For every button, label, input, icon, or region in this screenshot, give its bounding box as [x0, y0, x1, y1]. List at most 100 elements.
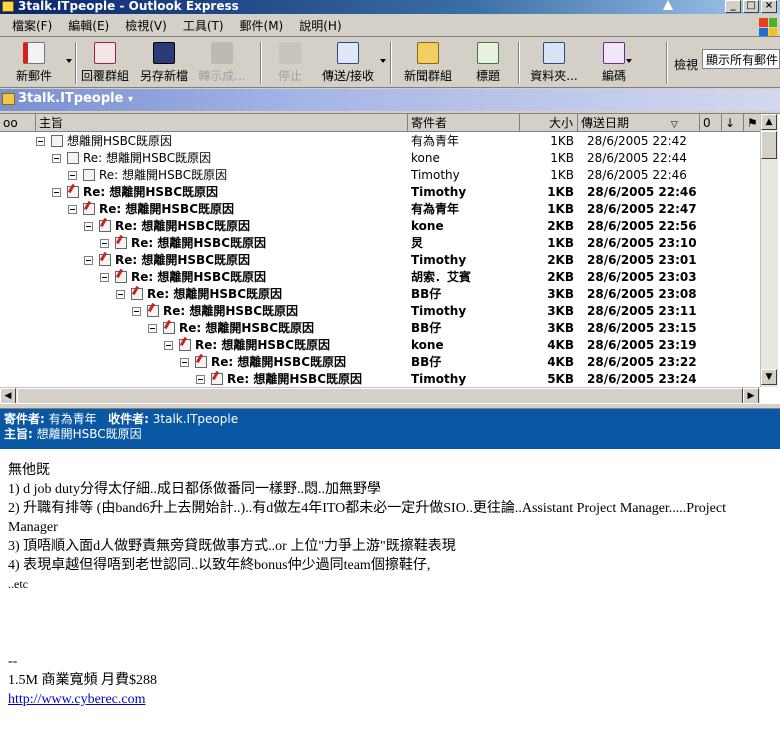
reply-group-button[interactable]: 回覆群組 — [80, 42, 130, 86]
message-row[interactable]: Re: 想離開HSBC既原因 Timothy 5KB 28/6/2005 23:24 — [0, 371, 760, 387]
watch-column-header[interactable]: oo — [0, 114, 36, 132]
encode-dropdown-icon[interactable] — [626, 59, 632, 63]
message-row[interactable]: 想離開HSBC既原因 有為青年 1KB 28/6/2005 22:42 — [0, 133, 760, 150]
collapse-thread-icon[interactable] — [100, 239, 109, 248]
collapse-thread-icon[interactable] — [148, 324, 157, 333]
scroll-down-button[interactable]: ▼ — [761, 369, 777, 385]
attachment-column-header[interactable]: 0 — [700, 114, 722, 132]
news-message-icon — [99, 220, 111, 232]
collapse-thread-icon[interactable] — [116, 290, 125, 299]
message-sender: kone — [411, 338, 444, 352]
menu-file[interactable]: 檔案(F) — [4, 17, 60, 34]
menu-help[interactable]: 說明(H) — [291, 17, 349, 34]
collapse-thread-icon[interactable] — [164, 341, 173, 350]
collapse-thread-icon[interactable] — [36, 137, 45, 146]
collapse-thread-icon[interactable] — [52, 154, 61, 163]
message-subject-text: 想離開HSBC既原因 — [67, 134, 173, 148]
message-subject-text: Re: 想離開HSBC既原因 — [227, 372, 362, 386]
forward-button[interactable]: 轉示成... — [196, 42, 248, 86]
signature-link[interactable]: http://www.cyberec.com — [8, 692, 146, 707]
message-row[interactable]: Re: 想離開HSBC既原因 炅 1KB 28/6/2005 23:10 — [0, 235, 760, 252]
message-row[interactable]: Re: 想離開HSBC既原因 kone 2KB 28/6/2005 22:56 — [0, 218, 760, 235]
toolbar-separator — [75, 42, 77, 84]
message-row[interactable]: Re: 想離開HSBC既原因 有為青年 1KB 28/6/2005 22:47 — [0, 201, 760, 218]
forward-label: 轉示成... — [198, 69, 246, 83]
message-row[interactable]: Re: 想離開HSBC既原因 BB仔 3KB 28/6/2005 23:15 — [0, 320, 760, 337]
menu-view[interactable]: 檢視(V) — [117, 17, 175, 34]
toolbar-separator — [260, 42, 262, 84]
save-new-button[interactable]: 另存新檔 — [138, 42, 190, 86]
collapse-thread-icon[interactable] — [84, 256, 93, 265]
encode-button[interactable]: 編碼 — [594, 42, 634, 86]
maximize-button[interactable]: □ — [743, 0, 759, 13]
stop-button[interactable]: 停止 — [268, 42, 312, 86]
collapse-thread-icon[interactable] — [100, 273, 109, 282]
news-message-icon — [67, 152, 79, 164]
list-horizontal-scrollbar[interactable]: ◀ ▶ — [0, 387, 760, 404]
collapse-thread-icon[interactable] — [52, 188, 61, 197]
folder-bar[interactable]: 3talk.ITpeople ▾ — [0, 89, 780, 111]
size-column-header[interactable]: 大小 — [520, 114, 578, 132]
hscroll-thumb[interactable] — [17, 388, 743, 404]
folders-label: 資料夾... — [530, 69, 578, 83]
minimize-button[interactable]: _ — [725, 0, 741, 13]
message-size: 3KB — [547, 304, 574, 318]
message-row[interactable]: Re: 想離開HSBC既原因 kone 1KB 28/6/2005 22:44 — [0, 150, 760, 167]
subject-column-header[interactable]: 主旨 — [36, 114, 408, 132]
collapse-thread-icon[interactable] — [196, 375, 205, 384]
message-subject-text: Re: 想離開HSBC既原因 — [131, 270, 266, 284]
flag-column-header[interactable]: ↓ — [722, 114, 744, 132]
folders-button[interactable]: 資料夾... — [524, 42, 584, 86]
message-sender: 炅 — [411, 236, 424, 250]
menu-tools[interactable]: 工具(T) — [175, 17, 232, 34]
message-date: 28/6/2005 23:22 — [587, 355, 697, 369]
send-receive-dropdown-icon[interactable] — [380, 59, 386, 63]
message-sender: BB仔 — [411, 321, 442, 335]
message-sender: BB仔 — [411, 355, 442, 369]
scroll-left-button[interactable]: ◀ — [0, 388, 16, 404]
message-size: 1KB — [550, 168, 574, 182]
scroll-up-button[interactable]: ▲ — [761, 114, 777, 130]
collapse-thread-icon[interactable] — [84, 222, 93, 231]
message-size: 2KB — [547, 219, 574, 233]
menu-message[interactable]: 郵件(M) — [232, 17, 292, 34]
collapse-thread-icon[interactable] — [68, 171, 77, 180]
flag-icon-header[interactable]: ⚑ — [744, 114, 760, 132]
scroll-right-button[interactable]: ▶ — [743, 388, 759, 404]
close-button[interactable]: × — [761, 0, 777, 13]
message-row[interactable]: Re: 想離開HSBC既原因 Timothy 1KB 28/6/2005 22:46 — [0, 184, 760, 201]
collapse-thread-icon[interactable] — [132, 307, 141, 316]
message-row[interactable]: Re: 想離開HSBC既原因 Timothy 2KB 28/6/2005 23:01 — [0, 252, 760, 269]
menu-edit[interactable]: 編輯(E) — [60, 17, 117, 34]
message-rows: 想離開HSBC既原因 有為青年 1KB 28/6/2005 22:42 Re: 想離開H… — [0, 133, 760, 387]
message-row[interactable]: Re: 想離開HSBC既原因 Timothy 3KB 28/6/2005 23:11 — [0, 303, 760, 320]
collapse-thread-icon[interactable] — [180, 358, 189, 367]
message-date: 28/6/2005 23:11 — [587, 304, 697, 318]
message-body[interactable]: 無他既 1) d job duty分得太仔細..成日都係做番同一樣野..悶..加… — [0, 449, 780, 731]
message-row[interactable]: Re: 想離開HSBC既原因 kone 4KB 28/6/2005 23:19 — [0, 337, 760, 354]
message-size: 4KB — [547, 355, 574, 369]
news-message-icon — [195, 356, 207, 368]
date-column-header[interactable]: 傳送日期 ▽ — [578, 114, 700, 132]
list-vertical-scrollbar[interactable]: ▲ ▼ — [760, 114, 778, 387]
new-mail-button[interactable]: 新郵件 — [8, 42, 60, 86]
message-row[interactable]: Re: 想離開HSBC既原因 胡索．艾賓 2KB 28/6/2005 23:03 — [0, 269, 760, 286]
body-line: 2) 升職有排等 (由band6升上去開始計..)..有d做左4年ITO都未必一… — [8, 501, 726, 535]
news-message-icon — [83, 169, 95, 181]
message-row[interactable]: Re: 想離開HSBC既原因 Timothy 1KB 28/6/2005 22:46 — [0, 167, 760, 184]
scroll-thumb[interactable] — [761, 131, 777, 159]
message-date: 28/6/2005 23:10 — [587, 236, 697, 250]
message-row[interactable]: Re: 想離開HSBC既原因 BB仔 3KB 28/6/2005 23:08 — [0, 286, 760, 303]
newsgroups-button[interactable]: 新聞群組 — [398, 42, 458, 86]
collapse-thread-icon[interactable] — [68, 205, 77, 214]
message-size: 1KB — [550, 134, 574, 148]
new-mail-dropdown-icon[interactable] — [66, 59, 72, 63]
send-receive-button[interactable]: 傳送/接收 — [318, 42, 378, 86]
message-row[interactable]: Re: 想離開HSBC既原因 BB仔 4KB 28/6/2005 23:22 — [0, 354, 760, 371]
headers-button[interactable]: 標題 — [466, 42, 510, 86]
news-message-icon — [131, 288, 143, 300]
message-sender: kone — [411, 151, 440, 165]
view-filter-select[interactable]: 顯示所有郵件 — [702, 49, 780, 69]
to-value: 3talk.ITpeople — [152, 412, 239, 426]
sender-column-header[interactable]: 寄件者 — [408, 114, 520, 132]
